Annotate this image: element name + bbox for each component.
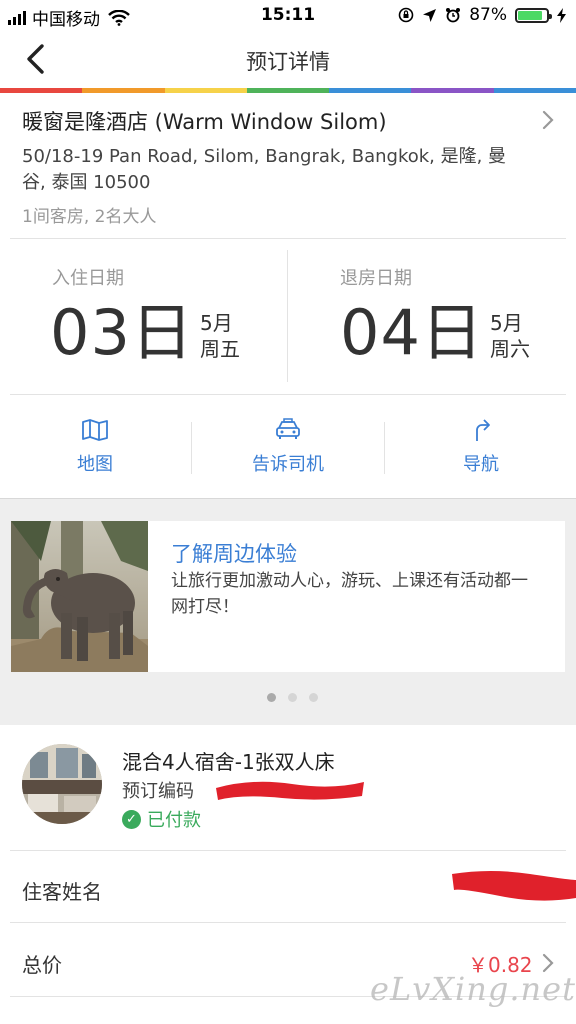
redacted-booking-code [216, 781, 364, 800]
tell-driver-button[interactable]: 告诉司机 [193, 418, 383, 476]
checkout-month-weekday: 5月 周六 [490, 310, 530, 362]
taxi-icon [276, 418, 300, 439]
rainbow-stripe [0, 88, 83, 93]
rainbow-divider [0, 88, 576, 93]
hotel-address: 50/18-19 Pan Road, Silom, Bangrak, Bangk… [22, 146, 507, 193]
map-icon [82, 419, 108, 441]
alarm-icon [446, 8, 461, 23]
navigate-label: 导航 [463, 454, 499, 475]
carousel-dot[interactable] [266, 693, 276, 702]
status-right: 87% [398, 5, 566, 25]
carousel-dot[interactable] [287, 693, 297, 702]
orientation-lock-icon [398, 7, 414, 23]
hotel-name[interactable]: 暖窗是隆酒店 (Warm Window Silom) [22, 106, 522, 136]
redacted-guest-name [452, 871, 576, 901]
room-type: 混合4人宿舍-1张双人床 [122, 750, 335, 774]
map-button[interactable]: 地图 [0, 418, 190, 476]
carousel-dots [0, 693, 576, 702]
rainbow-stripe [82, 88, 165, 93]
promo-card[interactable]: 了解周边体验 让旅行更加激动人心，游玩、上课还有活动都一网打尽！ [11, 521, 565, 672]
action-separator [191, 422, 192, 474]
tell-driver-label: 告诉司机 [252, 454, 324, 475]
rainbow-stripe [411, 88, 494, 93]
checkin-weekday: 周五 [200, 337, 240, 361]
checkin-month: 5月 [200, 311, 233, 335]
date-separator [287, 250, 288, 382]
rainbow-stripe [329, 88, 412, 93]
rainbow-stripe [246, 88, 330, 93]
divider [10, 238, 566, 239]
checkout-day: 04日 [340, 296, 484, 369]
carousel-dot[interactable] [308, 693, 318, 702]
checkout-weekday: 周六 [490, 337, 530, 361]
checkin-day: 03日 [50, 296, 194, 369]
action-separator [384, 422, 385, 474]
elephant-photo [11, 521, 148, 672]
checkout-month: 5月 [490, 311, 523, 335]
turn-right-arrow-icon [476, 419, 490, 441]
check-circle-icon: ✓ [122, 809, 141, 829]
location-icon [423, 8, 437, 22]
promo-description: 让旅行更加激动人心，游玩、上课还有活动都一网打尽！ [171, 571, 528, 617]
guest-name-label: 住客姓名 [22, 880, 102, 904]
checkin-label: 入住日期 [52, 268, 124, 289]
booking-code-label: 预订编码 [122, 781, 194, 802]
rooms-guests: 1间客房, 2名大人 [22, 207, 157, 227]
promo-title: 了解周边体验 [171, 542, 297, 566]
total-price-label: 总价 [22, 953, 62, 977]
charging-icon [557, 7, 566, 23]
checkin-month-weekday: 5月 周五 [200, 310, 240, 362]
status-bar: 中国移动 15:11 87% [0, 0, 576, 30]
payment-status-label: 已付款 [147, 810, 201, 831]
divider [10, 850, 566, 851]
chevron-right-icon[interactable] [540, 108, 556, 132]
divider [10, 394, 566, 395]
room-thumbnail[interactable] [22, 744, 102, 824]
battery-icon [515, 7, 552, 23]
nav-bar: 预订详情 [0, 30, 576, 88]
rainbow-stripe [164, 88, 247, 93]
rainbow-stripe [493, 88, 576, 93]
checkout-label: 退房日期 [340, 268, 412, 289]
navigate-button[interactable]: 导航 [386, 418, 576, 476]
map-label: 地图 [77, 454, 113, 475]
payment-status: ✓ 已付款 [122, 806, 201, 832]
page-title: 预订详情 [246, 50, 330, 74]
battery-percent: 87% [469, 5, 507, 25]
watermark: eLvXing.net [370, 970, 576, 1008]
divider [10, 922, 566, 923]
